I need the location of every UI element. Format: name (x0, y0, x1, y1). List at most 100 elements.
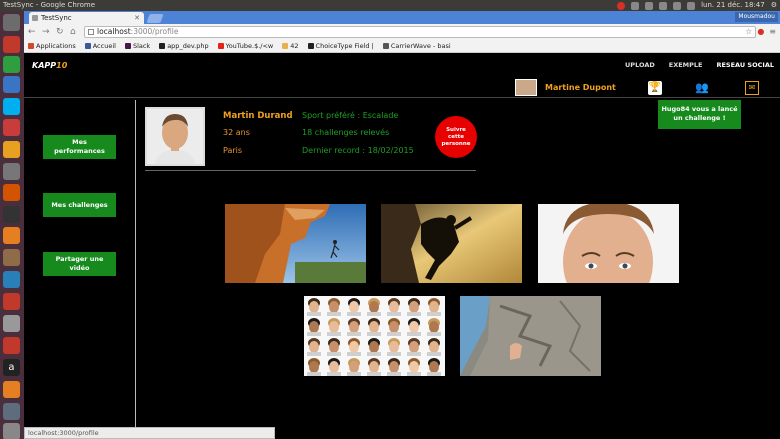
face-thumbnail (307, 318, 321, 336)
face-thumbnail (387, 338, 401, 356)
profile-age: 32 ans (223, 128, 250, 137)
follow-button[interactable]: Suivre cette personne (435, 116, 477, 158)
bookmark-icon (382, 43, 389, 49)
toolbar-actions: ☆ ● ≡ (745, 27, 776, 37)
bookmark-item[interactable]: Accueil (84, 42, 116, 50)
keyboard-layout-icon[interactable] (645, 1, 654, 10)
gallery-photo-faces-grid[interactable] (304, 296, 445, 376)
image-viewer-icon[interactable] (3, 271, 20, 288)
site-logo[interactable]: KAPP10 (32, 61, 67, 70)
gallery-photo-face-closeup[interactable] (538, 204, 679, 283)
face-thumbnail (387, 298, 401, 316)
face-thumbnail (407, 338, 421, 356)
header-divider (24, 97, 780, 98)
writer-icon[interactable] (3, 76, 20, 93)
trophy-icon[interactable]: 🏆 (648, 81, 662, 95)
spreadsheet-icon[interactable] (3, 56, 20, 73)
page-info-icon[interactable] (88, 29, 94, 35)
face-thumbnail (407, 298, 421, 316)
archive-icon[interactable] (3, 249, 20, 266)
face-thumbnail (307, 358, 321, 376)
gallery-photo-rock-wall[interactable] (460, 296, 601, 376)
bookmark-label: Accueil (92, 42, 116, 50)
system-tray: lun. 21 déc. 18:47 ⚙ (617, 0, 777, 11)
workspace-icon[interactable] (3, 403, 20, 420)
installer-icon[interactable] (3, 227, 20, 244)
bookmark-label: Applications (36, 42, 76, 50)
tab-testsync[interactable]: TestSync ✕ (29, 12, 144, 24)
nav-upload[interactable]: UPLOAD (625, 61, 655, 69)
forward-arrow-icon[interactable]: → (42, 27, 50, 37)
tools-icon[interactable] (3, 119, 20, 136)
software-center-icon[interactable] (3, 184, 20, 201)
ubuntu-launcher: a (0, 11, 24, 439)
face-thumbnail (307, 338, 321, 356)
settings-icon[interactable] (3, 381, 20, 398)
launcher-app-icon[interactable] (3, 36, 20, 53)
navigation-bar: ← → ↻ ⌂ localhost:3000/profile ☆ ● ≡ (24, 24, 780, 40)
face-thumbnail (367, 338, 381, 356)
chrome-launcher-icon[interactable] (3, 141, 20, 158)
new-tab-button[interactable] (146, 14, 164, 23)
bookmark-icon (217, 43, 224, 49)
clock[interactable]: lun. 21 déc. 18:47 (701, 0, 765, 11)
reload-icon[interactable]: ↻ (56, 27, 64, 37)
profile-photo (145, 107, 205, 166)
face-thumbnail (367, 318, 381, 336)
face-thumbnail (407, 318, 421, 336)
back-arrow-icon[interactable]: ← (28, 27, 36, 37)
chrome-tray-icon[interactable] (617, 1, 626, 10)
battery-icon[interactable] (659, 1, 668, 10)
partager-video-button[interactable]: Partager une vidéo (43, 252, 116, 276)
challenge-notification[interactable]: Hugo84 vous a lancé un challenge ! (658, 100, 741, 129)
nav-reseau-social[interactable]: RESEAU SOCIAL (716, 61, 774, 69)
menu-icon[interactable]: ≡ (769, 27, 776, 37)
bookmark-item[interactable]: Slack (124, 42, 151, 50)
profile-divider (145, 170, 476, 171)
files-icon[interactable] (3, 163, 20, 180)
bookmark-item[interactable]: Applications (28, 42, 76, 50)
mes-challenges-button[interactable]: Mes challenges (43, 193, 116, 217)
gallery-photo-climbing-canyon[interactable] (225, 204, 366, 283)
bookmark-item[interactable]: YouTube.$./<w (217, 42, 273, 50)
face-thumbnail (407, 358, 421, 376)
bookmark-item[interactable]: app_dev.php (159, 42, 209, 50)
mail-tray-icon[interactable] (673, 1, 682, 10)
url-path: :3000/profile (130, 27, 179, 36)
bookmark-item[interactable]: CarrierWave - basi (382, 42, 451, 50)
face-thumbnail (327, 338, 341, 356)
bookmark-star-icon[interactable]: ☆ (745, 27, 752, 37)
help-icon[interactable] (3, 337, 20, 354)
amazon-icon[interactable]: a (3, 359, 20, 376)
current-user-name: Martine Dupont (545, 83, 616, 92)
people-icon[interactable]: 👥 (695, 81, 709, 95)
calendar-icon[interactable] (3, 293, 20, 310)
extension-icon[interactable]: ● (757, 27, 764, 37)
address-bar[interactable]: localhost:3000/profile (84, 26, 756, 38)
skype-icon[interactable] (3, 98, 20, 115)
mes-performances-button[interactable]: Mes performances (43, 135, 116, 159)
volume-icon[interactable] (687, 1, 696, 10)
mail-icon[interactable]: ✉ (745, 81, 759, 95)
bookmark-icon (124, 43, 131, 49)
profile-record: Dernier record : 18/02/2015 (302, 146, 414, 155)
nav-exemple[interactable]: EXEMPLE (669, 61, 703, 69)
bookmark-item[interactable]: 42 (282, 42, 299, 50)
trash-icon[interactable] (3, 423, 20, 439)
home-icon[interactable]: ⌂ (70, 27, 76, 37)
bookmark-label: 42 (290, 42, 299, 50)
wifi-icon[interactable] (631, 1, 640, 10)
disk-icon[interactable] (3, 315, 20, 332)
bookmark-label: Slack (132, 42, 151, 50)
bookmark-item[interactable]: ChoiceType Field | (307, 42, 374, 50)
current-user[interactable]: Martine Dupont (515, 79, 616, 96)
profile-user-tag[interactable]: Mousmadou (735, 12, 778, 22)
settings-gear-icon[interactable]: ⚙ (771, 0, 777, 11)
gallery-photo-climber-silhouette[interactable] (381, 204, 522, 283)
dash-icon[interactable] (3, 14, 20, 31)
bookmark-label: CarrierWave - basi (390, 42, 451, 50)
close-tab-icon[interactable]: ✕ (134, 12, 140, 24)
terminal-icon[interactable] (3, 206, 20, 223)
face-thumbnail (327, 318, 341, 336)
bookmark-icon (282, 43, 289, 49)
